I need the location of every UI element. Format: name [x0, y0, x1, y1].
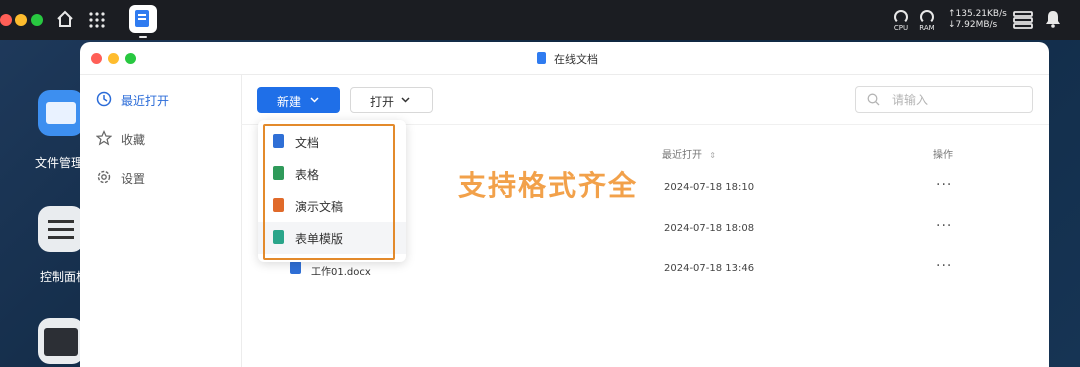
highlight-box — [263, 124, 395, 260]
search-input[interactable] — [890, 91, 1024, 109]
annotation-text: 支持格式齐全 — [458, 169, 639, 202]
word-doc-icon — [290, 261, 301, 274]
file-name: 工作01.docx — [311, 267, 371, 278]
row-opened-time: 2024-07-18 18:08 — [664, 223, 755, 234]
server-icon[interactable] — [1013, 11, 1033, 29]
row-more-button[interactable]: ··· — [936, 177, 952, 193]
new-button[interactable]: 新建 — [257, 87, 340, 113]
window-titlebar: 在线文档 — [80, 42, 1049, 75]
column-header-actions: 操作 — [933, 150, 953, 161]
window-minimize-button[interactable] — [108, 53, 119, 64]
network-stats: ↑135.21KB/s ↓7.92MB/s — [948, 9, 1007, 31]
search-icon — [867, 93, 880, 106]
cpu-gauge: CPU — [891, 10, 911, 32]
ram-label: RAM — [919, 24, 935, 32]
open-button[interactable]: 打开 — [350, 87, 433, 113]
clock-icon — [96, 91, 112, 107]
column-header-recent[interactable]: 最近打开 ⇕ — [662, 146, 716, 161]
sidebar-item-label: 最近打开 — [121, 94, 170, 108]
row-opened-time: 2024-07-18 18:10 — [664, 182, 755, 193]
sidebar-item-label: 收藏 — [121, 133, 146, 147]
row-opened-time: 2024-07-18 13:46 — [664, 263, 755, 274]
cpu-label: CPU — [893, 24, 909, 32]
online-docs-app-icon[interactable] — [129, 5, 157, 33]
sidebar: 最近打开 收藏 设置 — [80, 74, 242, 367]
chevron-down-icon — [310, 97, 319, 103]
storage-app-icon[interactable] — [38, 318, 84, 364]
window-maximize-button[interactable] — [125, 53, 136, 64]
row-more-button[interactable]: ··· — [936, 218, 952, 234]
sidebar-item-label: 设置 — [121, 172, 146, 186]
close-dot[interactable] — [0, 14, 12, 26]
row-more-button[interactable]: ··· — [936, 258, 952, 274]
ram-gauge: RAM — [917, 10, 937, 32]
window-title-icon — [537, 52, 546, 64]
chevron-down-icon — [401, 97, 410, 103]
active-app-indicator — [139, 36, 147, 38]
search-box[interactable] — [855, 86, 1033, 113]
watermark-text: 什么值得买 — [956, 333, 1042, 354]
minimize-dot[interactable] — [15, 14, 27, 26]
upload-speed: ↑135.21KB/s — [948, 9, 1007, 19]
bell-icon[interactable] — [1045, 10, 1061, 28]
system-top-bar: CPU RAM ↑135.21KB/s ↓7.92MB/s — [0, 0, 1080, 40]
window-title: 在线文档 — [554, 53, 598, 66]
file-manager-label: 文件管理 — [35, 156, 84, 170]
new-button-label: 新建 — [277, 95, 302, 109]
home-icon[interactable] — [55, 9, 75, 29]
download-speed: ↓7.92MB/s — [948, 20, 998, 30]
online-docs-window: 在线文档 最近打开 收藏 设置 新建 打开 请输入 最近打开 ⇕ 操作 2024… — [80, 42, 1049, 367]
star-icon — [96, 130, 112, 146]
apps-grid-icon[interactable] — [88, 11, 106, 29]
column-header-label: 最近打开 — [662, 150, 702, 161]
open-button-label: 打开 — [370, 95, 395, 109]
sort-icon[interactable]: ⇕ — [709, 151, 716, 160]
window-close-button[interactable] — [91, 53, 102, 64]
maximize-dot[interactable] — [31, 14, 43, 26]
watermark-logo-icon: 值 — [915, 326, 945, 356]
watermark: 值 什么值得买 — [915, 326, 1041, 356]
control-panel-icon[interactable] — [38, 206, 84, 252]
file-manager-icon[interactable] — [38, 90, 84, 136]
gear-icon — [97, 170, 111, 184]
